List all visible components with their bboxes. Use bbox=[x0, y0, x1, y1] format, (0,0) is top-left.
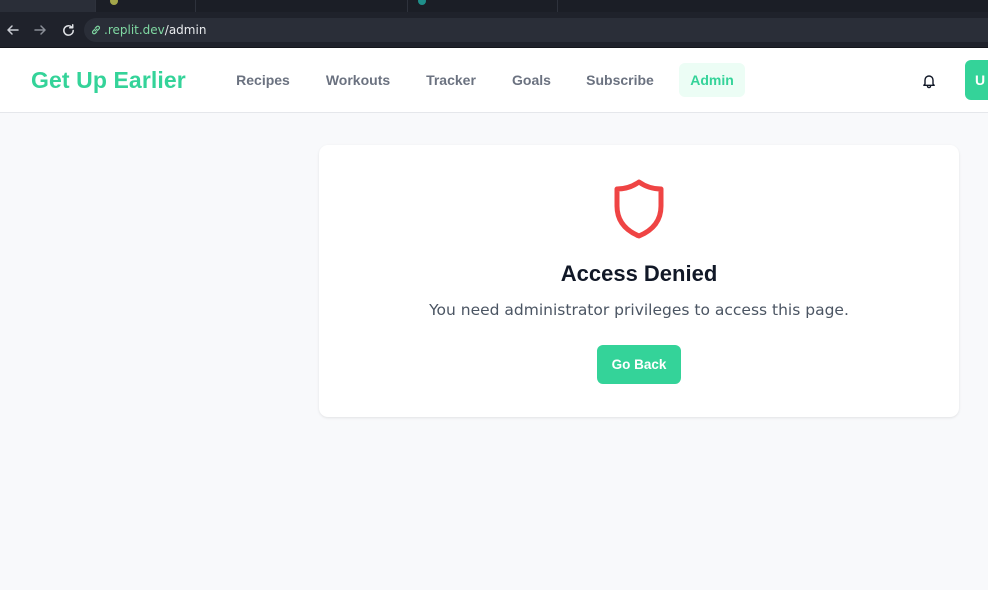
nav-admin[interactable]: Admin bbox=[679, 63, 745, 97]
browser-tab-strip bbox=[0, 0, 988, 12]
reload-icon bbox=[62, 23, 74, 36]
address-bar[interactable]: .replit.dev/admin bbox=[84, 18, 988, 42]
app-header: Get Up Earlier Recipes Workouts Tracker … bbox=[0, 48, 988, 113]
brand-logo[interactable]: Get Up Earlier bbox=[31, 67, 186, 94]
arrow-left-icon bbox=[7, 25, 19, 35]
browser-tab-active[interactable] bbox=[0, 0, 96, 12]
browser-tab[interactable] bbox=[558, 0, 988, 12]
nav-workouts[interactable]: Workouts bbox=[317, 63, 399, 97]
nav-subscribe[interactable]: Subscribe bbox=[579, 63, 661, 97]
nav-goals[interactable]: Goals bbox=[504, 63, 559, 97]
notifications-button[interactable] bbox=[918, 70, 940, 92]
link-icon bbox=[90, 24, 102, 36]
url-host: .replit.dev bbox=[104, 23, 165, 37]
access-denied-card: Access Denied You need administrator pri… bbox=[319, 145, 959, 417]
url-text: .replit.dev/admin bbox=[104, 23, 206, 37]
forward-button[interactable] bbox=[30, 20, 50, 40]
reload-button[interactable] bbox=[58, 20, 78, 40]
browser-tab[interactable] bbox=[408, 0, 558, 12]
shield-icon bbox=[614, 179, 664, 239]
arrow-right-icon bbox=[34, 25, 46, 35]
user-menu-button[interactable]: U bbox=[965, 60, 988, 100]
browser-tab[interactable] bbox=[96, 0, 196, 12]
browser-toolbar: .replit.dev/admin bbox=[0, 12, 988, 48]
go-back-button[interactable]: Go Back bbox=[597, 345, 681, 384]
nav-tracker[interactable]: Tracker bbox=[418, 63, 484, 97]
nav-recipes[interactable]: Recipes bbox=[229, 63, 297, 97]
url-path: /admin bbox=[164, 23, 207, 37]
back-button[interactable] bbox=[3, 20, 23, 40]
access-message: You need administrator privileges to acc… bbox=[429, 301, 849, 319]
page-title: Access Denied bbox=[560, 261, 718, 286]
bell-icon bbox=[923, 75, 935, 89]
browser-tab[interactable] bbox=[196, 0, 408, 12]
